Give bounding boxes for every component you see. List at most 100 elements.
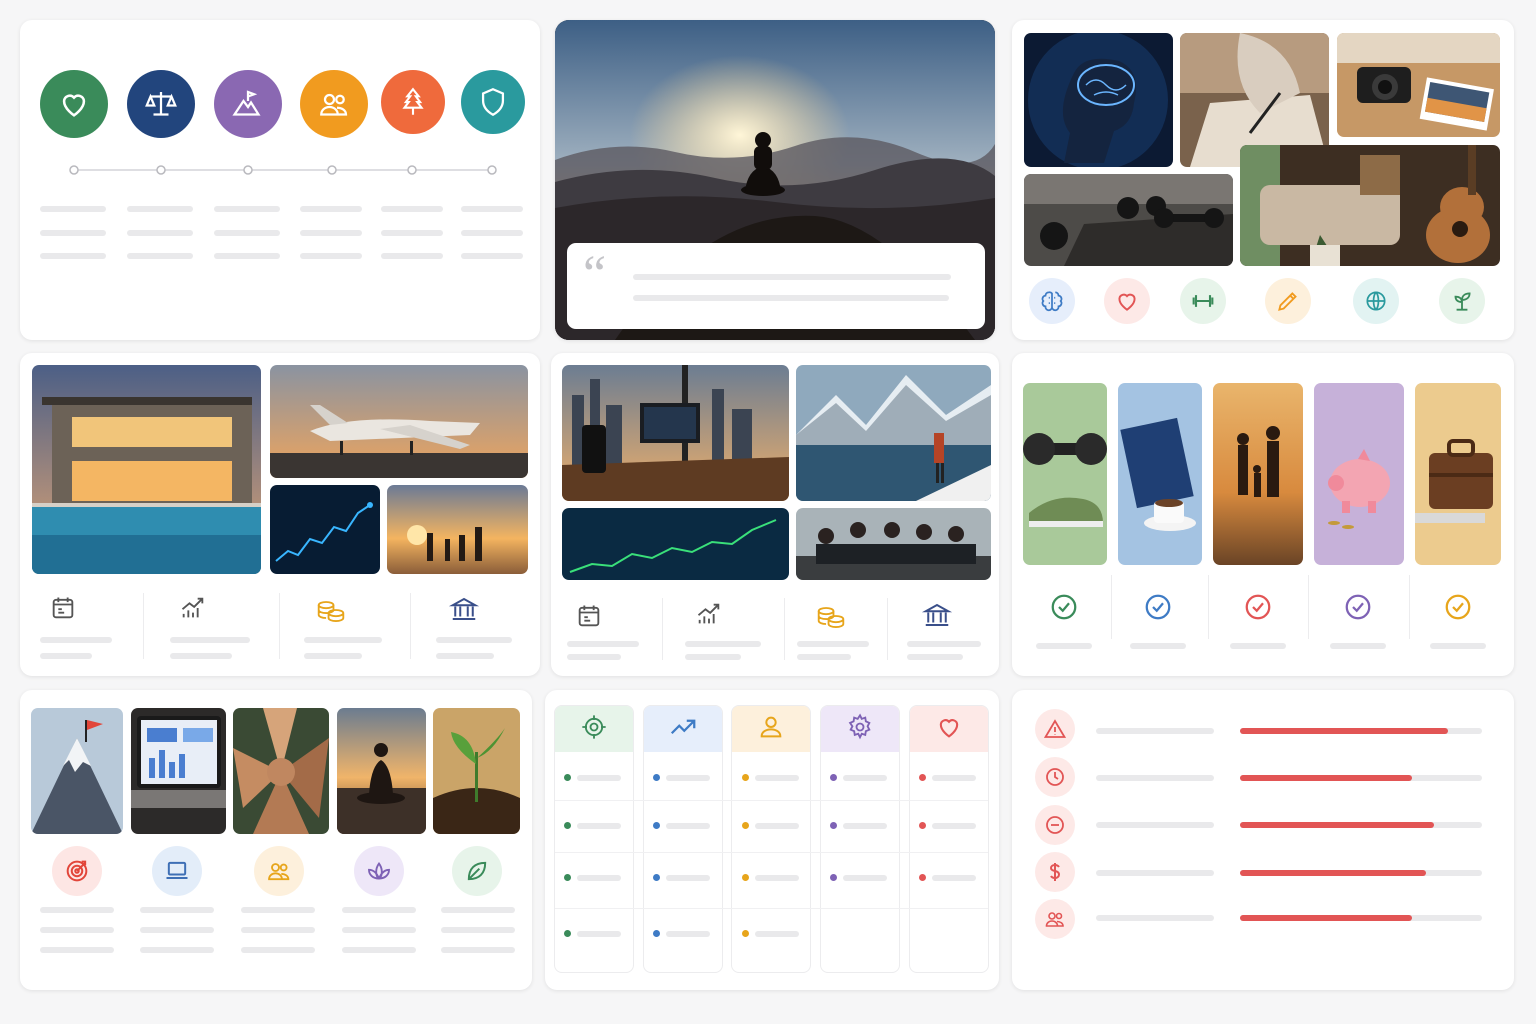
lake-hiker-photo <box>796 365 991 501</box>
column-divider <box>662 598 663 660</box>
team-meeting-photo <box>796 508 991 580</box>
calendar-icon[interactable] <box>48 593 78 623</box>
check-circle-icon[interactable] <box>1048 591 1080 623</box>
lotus-icon[interactable] <box>354 846 404 896</box>
brain-icon[interactable] <box>1029 278 1075 324</box>
brain-photo <box>1024 33 1173 167</box>
tree-icon[interactable] <box>381 70 445 134</box>
sprout-soil-photo <box>433 708 520 834</box>
text-placeholder <box>1096 915 1214 921</box>
column-divider <box>1308 575 1309 639</box>
text-placeholder <box>907 641 981 647</box>
people-icon[interactable] <box>300 70 368 138</box>
status-dot <box>564 822 571 829</box>
text-placeholder <box>685 641 761 647</box>
text-placeholder <box>441 907 515 913</box>
clock-icon[interactable] <box>1035 757 1075 797</box>
text-placeholder <box>932 823 976 829</box>
coins-icon[interactable] <box>814 601 848 631</box>
text-placeholder <box>1330 643 1386 649</box>
text-placeholder <box>40 947 114 953</box>
kanban-column[interactable] <box>909 705 989 973</box>
text-placeholder <box>241 927 315 933</box>
text-placeholder <box>1096 728 1214 734</box>
text-placeholder <box>633 274 951 280</box>
mountain-flag-icon[interactable] <box>214 70 282 138</box>
status-dot <box>742 874 749 881</box>
text-placeholder <box>843 775 887 781</box>
people-icon[interactable] <box>1035 899 1075 939</box>
check-circle-icon[interactable] <box>1142 591 1174 623</box>
text-placeholder <box>666 931 710 937</box>
text-placeholder <box>214 206 280 212</box>
check-circle-icon[interactable] <box>1442 591 1474 623</box>
text-placeholder <box>461 230 523 236</box>
calendar-icon[interactable] <box>574 601 604 631</box>
dollar-icon[interactable] <box>1035 852 1075 892</box>
text-placeholder <box>843 875 887 881</box>
text-placeholder <box>140 947 214 953</box>
text-placeholder <box>685 654 741 660</box>
text-placeholder <box>127 206 193 212</box>
shield-icon[interactable] <box>461 70 525 134</box>
target-icon[interactable] <box>52 846 102 896</box>
text-placeholder <box>843 823 887 829</box>
text-placeholder <box>666 875 710 881</box>
sprout-icon[interactable] <box>1439 278 1485 324</box>
check-circle-icon[interactable] <box>1242 591 1274 623</box>
text-placeholder <box>342 947 416 953</box>
scale-icon[interactable] <box>127 70 195 138</box>
laptop-icon[interactable] <box>152 846 202 896</box>
text-placeholder <box>140 907 214 913</box>
bank-icon[interactable] <box>447 593 481 625</box>
status-dot <box>653 874 660 881</box>
people-icon[interactable] <box>254 846 304 896</box>
status-dot <box>830 874 837 881</box>
text-placeholder <box>214 230 280 236</box>
status-dot <box>653 774 660 781</box>
quote-panel: “ <box>567 243 985 329</box>
column-divider <box>1111 575 1112 639</box>
text-placeholder <box>381 230 443 236</box>
text-placeholder <box>1096 822 1214 828</box>
risk-progress-track <box>1240 822 1482 828</box>
heart-icon[interactable] <box>40 70 108 138</box>
leaf-icon[interactable] <box>452 846 502 896</box>
risk-progress-track <box>1240 870 1482 876</box>
text-placeholder <box>40 637 112 643</box>
risk-progress-fill <box>1240 728 1449 734</box>
check-circle-icon[interactable] <box>1342 591 1374 623</box>
text-placeholder <box>907 654 963 660</box>
globe-icon[interactable] <box>1353 278 1399 324</box>
villa-photo <box>32 365 261 574</box>
text-placeholder <box>441 927 515 933</box>
risk-progress-fill <box>1240 870 1427 876</box>
growth-chart-icon[interactable] <box>178 593 208 623</box>
bank-icon[interactable] <box>920 599 954 631</box>
stock-chart-photo <box>562 508 789 580</box>
row-divider <box>555 852 988 853</box>
text-placeholder <box>304 653 362 659</box>
heart-icon[interactable] <box>1104 278 1150 324</box>
text-placeholder <box>214 253 280 259</box>
growth-card <box>1012 20 1514 340</box>
wealth-card <box>20 353 540 676</box>
meditation-sunset-photo <box>337 708 426 834</box>
text-placeholder <box>40 907 114 913</box>
dumbbell-icon[interactable] <box>1180 278 1226 324</box>
growth-chart-icon[interactable] <box>694 599 724 629</box>
text-placeholder <box>300 230 362 236</box>
heart-icon <box>935 713 963 746</box>
risk-progress-fill <box>1240 822 1434 828</box>
kanban-column[interactable] <box>820 705 900 973</box>
minus-circle-icon[interactable] <box>1035 805 1075 845</box>
text-placeholder <box>797 641 869 647</box>
column-divider <box>279 593 280 659</box>
status-dot <box>830 822 837 829</box>
kanban-column-header <box>555 706 633 752</box>
coins-icon[interactable] <box>314 595 348 625</box>
text-placeholder <box>140 927 214 933</box>
pencil-icon[interactable] <box>1265 278 1311 324</box>
warning-icon[interactable] <box>1035 709 1075 749</box>
status-dot <box>919 874 926 881</box>
